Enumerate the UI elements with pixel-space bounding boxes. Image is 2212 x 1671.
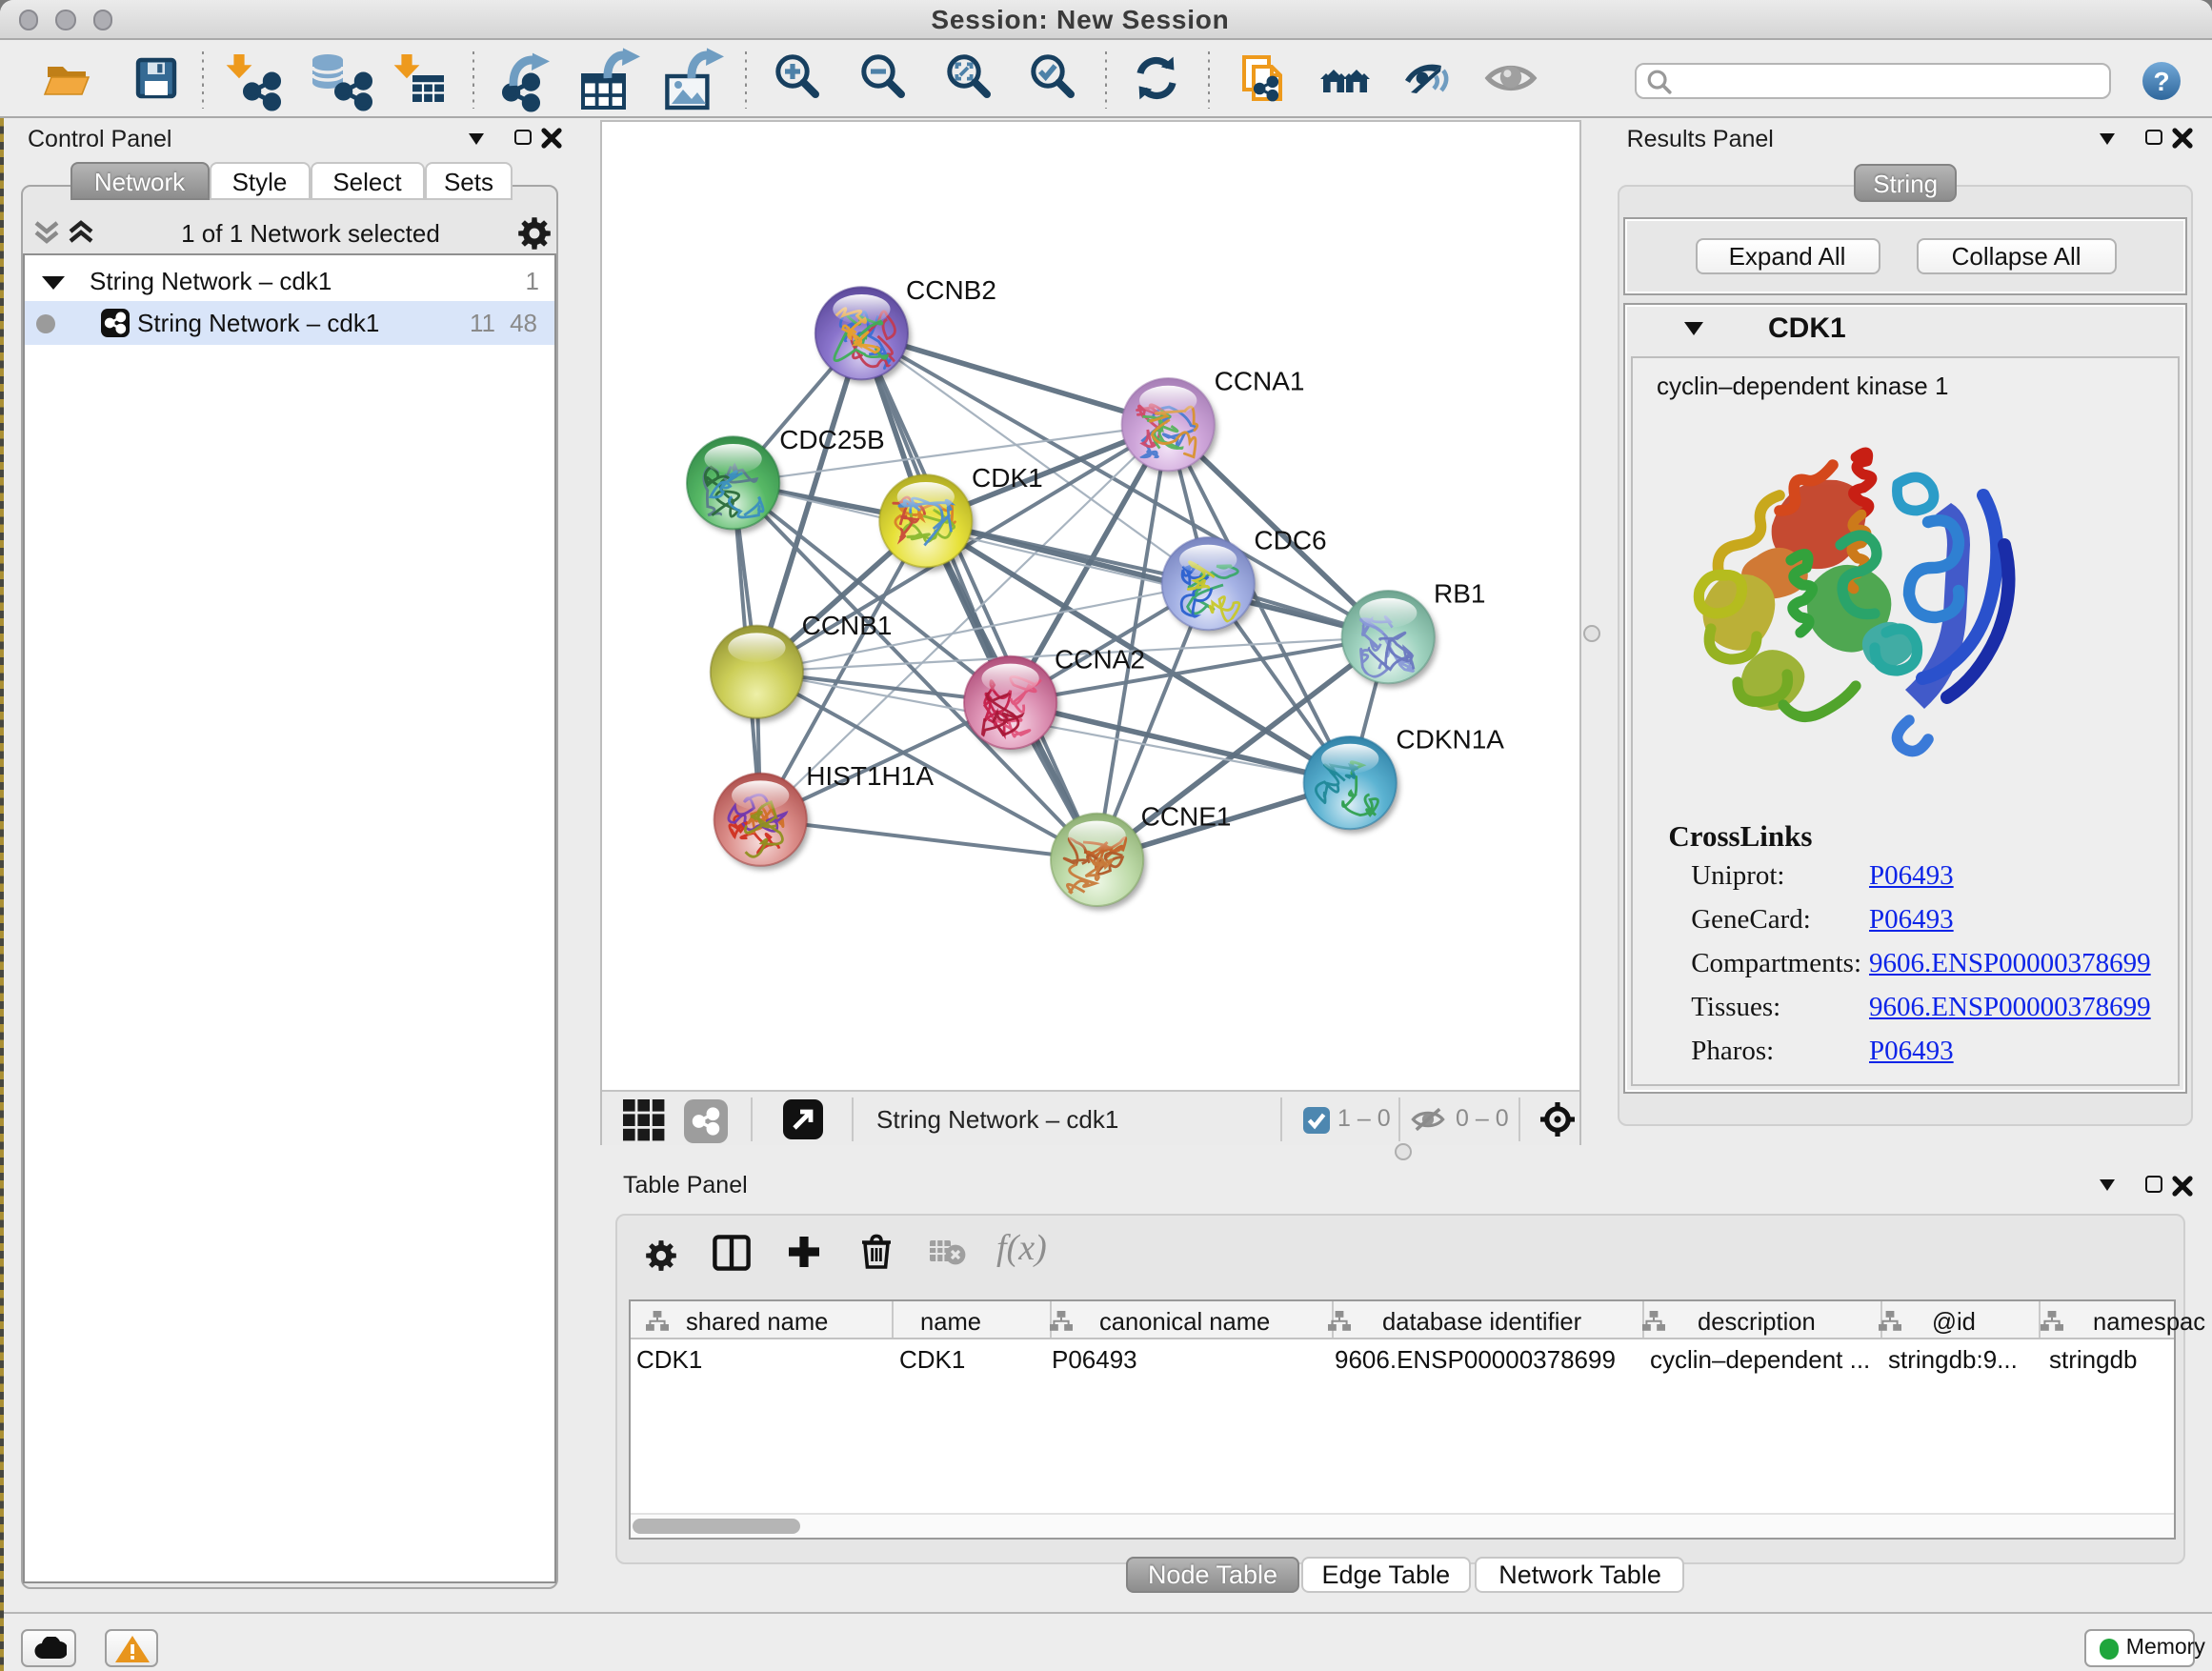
svg-text:?: ? xyxy=(2153,67,2169,96)
svg-text:CCNE1: CCNE1 xyxy=(1141,801,1232,831)
svg-text:RB1: RB1 xyxy=(1434,579,1485,609)
svg-text:CDKN1A: CDKN1A xyxy=(1396,725,1504,755)
svg-text:CCNB2: CCNB2 xyxy=(906,275,996,305)
svg-text:CCNA2: CCNA2 xyxy=(1055,644,1145,674)
svg-text:CDK1: CDK1 xyxy=(972,463,1043,493)
svg-text:CDC6: CDC6 xyxy=(1254,526,1326,555)
svg-text:HIST1H1A: HIST1H1A xyxy=(806,761,934,791)
svg-text:CDC25B: CDC25B xyxy=(779,425,884,454)
svg-text:CCNA1: CCNA1 xyxy=(1215,367,1305,396)
svg-text:CCNB1: CCNB1 xyxy=(802,611,893,640)
